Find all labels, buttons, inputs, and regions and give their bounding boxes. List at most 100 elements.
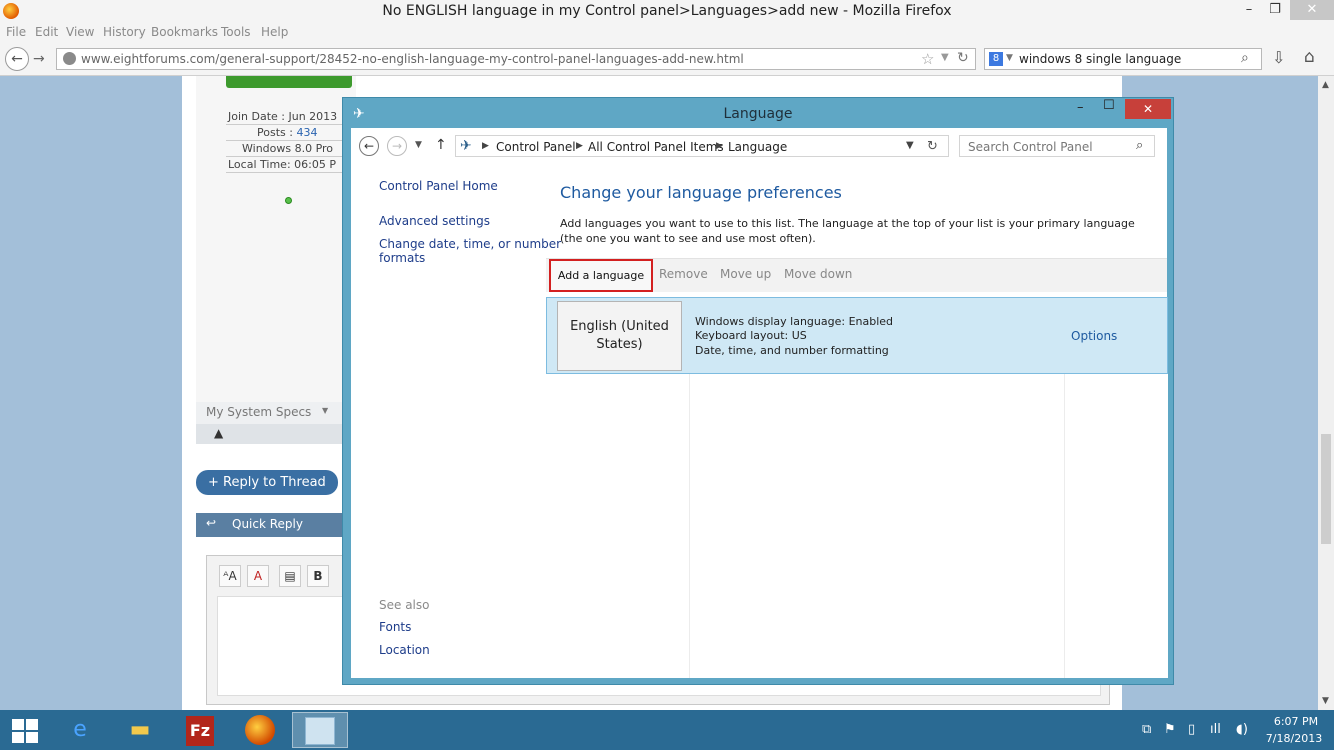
up-arrow-icon[interactable]: ↑ (435, 137, 447, 153)
add-language-button[interactable]: Add a language (549, 259, 653, 292)
forward-arrow-icon[interactable]: → (387, 136, 407, 156)
menu-file[interactable]: File (6, 25, 26, 39)
internet-explorer-icon[interactable]: e (52, 712, 108, 748)
member-badge (226, 76, 352, 88)
breadcrumb-language[interactable]: Language (728, 140, 787, 154)
change-date-time-link[interactable]: Change date, time, or number formats (379, 237, 561, 265)
system-specs-label: My System Specs (206, 405, 312, 419)
browser-titlebar: No ENGLISH language in my Control panel>… (0, 0, 1334, 24)
control-panel-taskbar-icon[interactable] (292, 712, 348, 748)
search-placeholder: Search Control Panel (968, 140, 1093, 154)
url-dropdown-icon[interactable]: ▼ (941, 52, 949, 63)
control-panel-home-link[interactable]: Control Panel Home (379, 179, 498, 193)
breadcrumb[interactable]: ✈ ▶ Control Panel ▶ All Control Panel It… (455, 135, 949, 157)
search-input[interactable]: windows 8 single language (1019, 52, 1181, 66)
fonts-link[interactable]: Fonts (379, 620, 411, 634)
quick-reply-bar[interactable]: ↩ Quick Reply (196, 513, 342, 537)
user-os: Windows 8.0 Pro (242, 142, 334, 155)
window-content: ← → ▼ ↑ ✈ ▶ Control Panel ▶ All Control … (351, 128, 1168, 678)
move-down-button[interactable]: Move down (784, 267, 852, 281)
reload-icon[interactable]: ↻ (957, 50, 969, 66)
breadcrumb-all-items[interactable]: All Control Panel Items (588, 140, 724, 154)
back-arrow-icon[interactable]: ← (359, 136, 379, 156)
clock-time[interactable]: 6:07 PM (1266, 715, 1326, 728)
language-list-area (546, 374, 1168, 678)
reply-to-thread-button[interactable]: + Reply to Thread (196, 470, 338, 495)
system-specs-bar[interactable]: My System Specs ▼ (196, 402, 342, 424)
scroll-down-icon[interactable]: ▼ (1322, 696, 1329, 706)
window-minimize-button[interactable]: – (1077, 100, 1084, 115)
user-posts: Posts : 434 (257, 126, 318, 139)
chevron-right-icon[interactable]: ▶ (716, 141, 723, 151)
back-arrow-icon[interactable]: ← (5, 47, 29, 71)
search-bar[interactable]: 8 ▼ windows 8 single language ⌕ (984, 48, 1262, 70)
menu-tools[interactable]: Tools (221, 25, 251, 39)
browser-minimize-button[interactable]: – (1236, 0, 1262, 20)
firefox-icon[interactable] (232, 712, 288, 748)
scroll-thumb[interactable] (1321, 434, 1331, 544)
font-size-icon[interactable]: ᴬA (219, 565, 241, 587)
bold-icon[interactable]: B (307, 565, 329, 587)
control-panel-icon: ✈ (460, 138, 472, 154)
url-bar[interactable]: www.eightforums.com/general-support/2845… (56, 48, 976, 70)
refresh-icon[interactable]: ↻ (927, 139, 938, 154)
browser-restore-button[interactable]: ❐ (1262, 0, 1288, 20)
chevron-right-icon[interactable]: ▶ (482, 141, 489, 151)
language-list-item[interactable]: English (United States) Windows display … (546, 297, 1168, 374)
search-engine-icon[interactable]: 8 (989, 52, 1003, 66)
quick-reply-label: Quick Reply (232, 517, 303, 531)
options-link[interactable]: Options (1071, 329, 1117, 343)
language-name-line: English (United (570, 319, 669, 334)
user-join-date: Join Date : Jun 2013 (228, 110, 338, 123)
browser-close-button[interactable]: ✕ (1290, 0, 1334, 20)
url-text[interactable]: www.eightforums.com/general-support/2845… (81, 52, 744, 66)
remove-button[interactable]: Remove (659, 267, 708, 281)
globe-icon (63, 52, 76, 65)
column-divider (1064, 374, 1065, 678)
signal-icon[interactable]: ıll (1210, 722, 1221, 737)
volume-icon[interactable]: ◖) (1236, 722, 1248, 737)
recent-locations-dropdown-icon[interactable]: ▼ (415, 140, 422, 150)
magnifier-icon[interactable]: ⌕ (1241, 50, 1249, 66)
bookmark-star-icon[interactable]: ☆ (921, 50, 934, 68)
language-window: ✈ Language – ☐ ✕ ← → ▼ ↑ ✈ ▶ Control Pan… (342, 97, 1174, 685)
download-icon[interactable]: ⇩ (1272, 48, 1285, 67)
chevron-down-icon[interactable]: ▼ (906, 140, 914, 151)
remove-format-icon[interactable]: A (247, 565, 269, 587)
filezilla-icon[interactable]: Fz (172, 712, 228, 748)
menu-view[interactable]: View (66, 25, 94, 39)
search-engine-dropdown-icon[interactable]: ▼ (1006, 53, 1013, 63)
menu-history[interactable]: History (103, 25, 146, 39)
warning-icon[interactable]: ▲ (214, 426, 223, 440)
windows-start-icon[interactable] (8, 716, 40, 744)
file-explorer-icon[interactable]: ▬ (112, 712, 168, 748)
location-link[interactable]: Location (379, 643, 430, 657)
advanced-settings-link[interactable]: Advanced settings (379, 214, 490, 228)
home-icon[interactable]: ⌂ (1304, 47, 1315, 67)
clock-date[interactable]: 7/18/2013 (1262, 732, 1326, 745)
breadcrumb-control-panel[interactable]: Control Panel (496, 140, 576, 154)
window-maximize-button[interactable]: ☐ (1103, 98, 1115, 113)
page-scrollbar[interactable]: ▲ ▼ (1318, 76, 1334, 710)
window-close-button[interactable]: ✕ (1125, 99, 1171, 119)
menu-bookmarks[interactable]: Bookmarks (151, 25, 218, 39)
menu-help[interactable]: Help (261, 25, 288, 39)
language-name-line: States) (596, 337, 643, 352)
column-divider (689, 374, 690, 678)
move-up-button[interactable]: Move up (720, 267, 771, 281)
search-control-panel-input[interactable]: Search Control Panel ⌕ (959, 135, 1155, 157)
menu-edit[interactable]: Edit (35, 25, 58, 39)
posts-link[interactable]: 434 (296, 126, 317, 139)
divider (226, 124, 346, 125)
forward-arrow-icon[interactable]: → (33, 51, 45, 67)
language-toolbar: Add a language Remove Move up Move down (546, 258, 1167, 292)
language-name-tile[interactable]: English (United States) (557, 301, 682, 371)
reply-arrow-icon: ↩ (206, 516, 217, 530)
network-share-icon[interactable]: ⧉ (1142, 722, 1151, 737)
flag-icon[interactable]: ⚑ (1164, 722, 1176, 737)
power-icon[interactable]: ▯ (1188, 722, 1195, 737)
paste-icon[interactable]: ▤ (279, 565, 301, 587)
search-icon[interactable]: ⌕ (1136, 138, 1143, 153)
scroll-up-icon[interactable]: ▲ (1322, 80, 1329, 90)
chevron-right-icon[interactable]: ▶ (576, 141, 583, 151)
